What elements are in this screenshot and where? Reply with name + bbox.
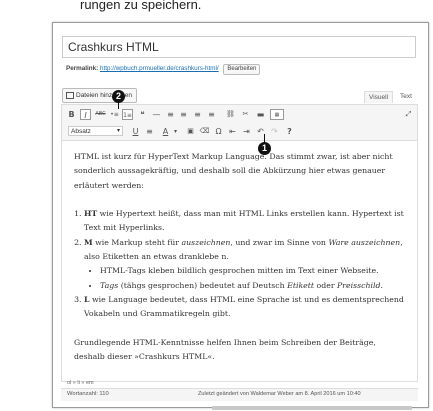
callout-2-pointer [118,103,119,109]
tab-visual[interactable]: Visuell [364,91,394,103]
post-title-input[interactable]: Crashkurs HTML [62,36,416,58]
list-item: HT wie Hypertext heißt, dass man mit HTM… [84,207,409,236]
fullscreen-icon[interactable]: ⤢ [403,109,414,120]
permalink-label: Permalink: [66,65,99,72]
numbered-list: HT wie Hypertext heißt, dass man mit HTM… [74,207,409,321]
align-right-button[interactable]: ≡ [192,109,203,120]
chevron-down-icon: ▾ [116,128,120,134]
permalink-edit-button[interactable]: Bearbeiten [223,64,261,75]
callout-2: 2 [112,90,125,103]
format-select-value: Absatz [71,128,91,135]
link-icon[interactable]: ⛓ [225,109,236,120]
read-more-button[interactable]: ▬ [255,109,266,120]
redo-button[interactable]: ↷ [269,126,280,137]
list-item: M wie Markup steht für auszeichnen, und … [84,236,409,293]
last-modified-info: Zuletzt geändert von Waldemar Weber am 8… [198,391,361,397]
align-center-button[interactable]: ≡ [178,109,189,120]
outdent-button[interactable]: ⇤ [227,126,238,137]
editor-content[interactable]: HTML ist kurz für HyperText Markup Langu… [74,150,409,364]
bulleted-list-button[interactable]: •≡ [109,109,120,120]
text-color-chevron-icon[interactable]: ▾ [170,126,181,137]
paste-text-icon[interactable]: ▣ [185,126,196,137]
intro-text-fragment: rungen zu speichern. [80,0,202,12]
clear-formatting-icon[interactable]: ⌫ [199,126,210,137]
element-path: ol » li » em [67,380,94,386]
strikethrough-button[interactable]: ABC [95,109,106,120]
blockquote-button[interactable]: ❝ [137,109,148,120]
permalink-row: Permalink: http://wpbuch.prmueller.de/cr… [66,64,261,75]
align-justify-button[interactable]: ≡ [206,109,217,120]
special-character-button[interactable]: Ω [213,126,224,137]
list-item: HTML-Tags kleben bildlich gesprochen mit… [100,264,409,278]
add-media-button[interactable]: Dateien hinzufügen [62,88,138,103]
justify-button[interactable]: ≡ [144,126,155,137]
align-left-button[interactable]: ≡ [165,109,176,120]
help-button[interactable]: ? [284,126,295,137]
bold-button[interactable]: B [66,109,77,120]
bullet-list: HTML-Tags kleben bildlich gesprochen mit… [84,264,409,293]
underline-button[interactable]: U [130,126,141,137]
permalink-link[interactable]: http://wpbuch.prmueller.de/crashkurs-htm… [100,65,219,72]
italic-button[interactable]: I [80,109,91,120]
tab-text[interactable]: Text [396,91,416,102]
indent-button[interactable]: ⇥ [241,126,252,137]
horizontal-line-button[interactable]: — [151,109,162,120]
list-item: L wie Language bedeutet, dass HTML eine … [84,293,409,322]
media-icon [66,91,74,99]
paragraph-format-select[interactable]: Absatz ▾ [68,126,123,136]
page-bottom-bar [212,406,412,410]
list-item: Tags (tähgs gesprochen) bedeutet auf Deu… [100,279,409,293]
word-count: Wortanzahl: 110 [67,391,109,397]
unlink-icon[interactable]: ✂ [240,109,251,120]
toolbar-toggle-button[interactable]: ▦ [270,109,284,120]
outro-paragraph: Grundlegende HTML-Kenntnisse helfen Ihne… [74,337,376,362]
intro-paragraph: HTML ist kurz für HyperText Markup Langu… [74,152,393,190]
numbered-list-button[interactable]: 1≡ [122,109,133,120]
